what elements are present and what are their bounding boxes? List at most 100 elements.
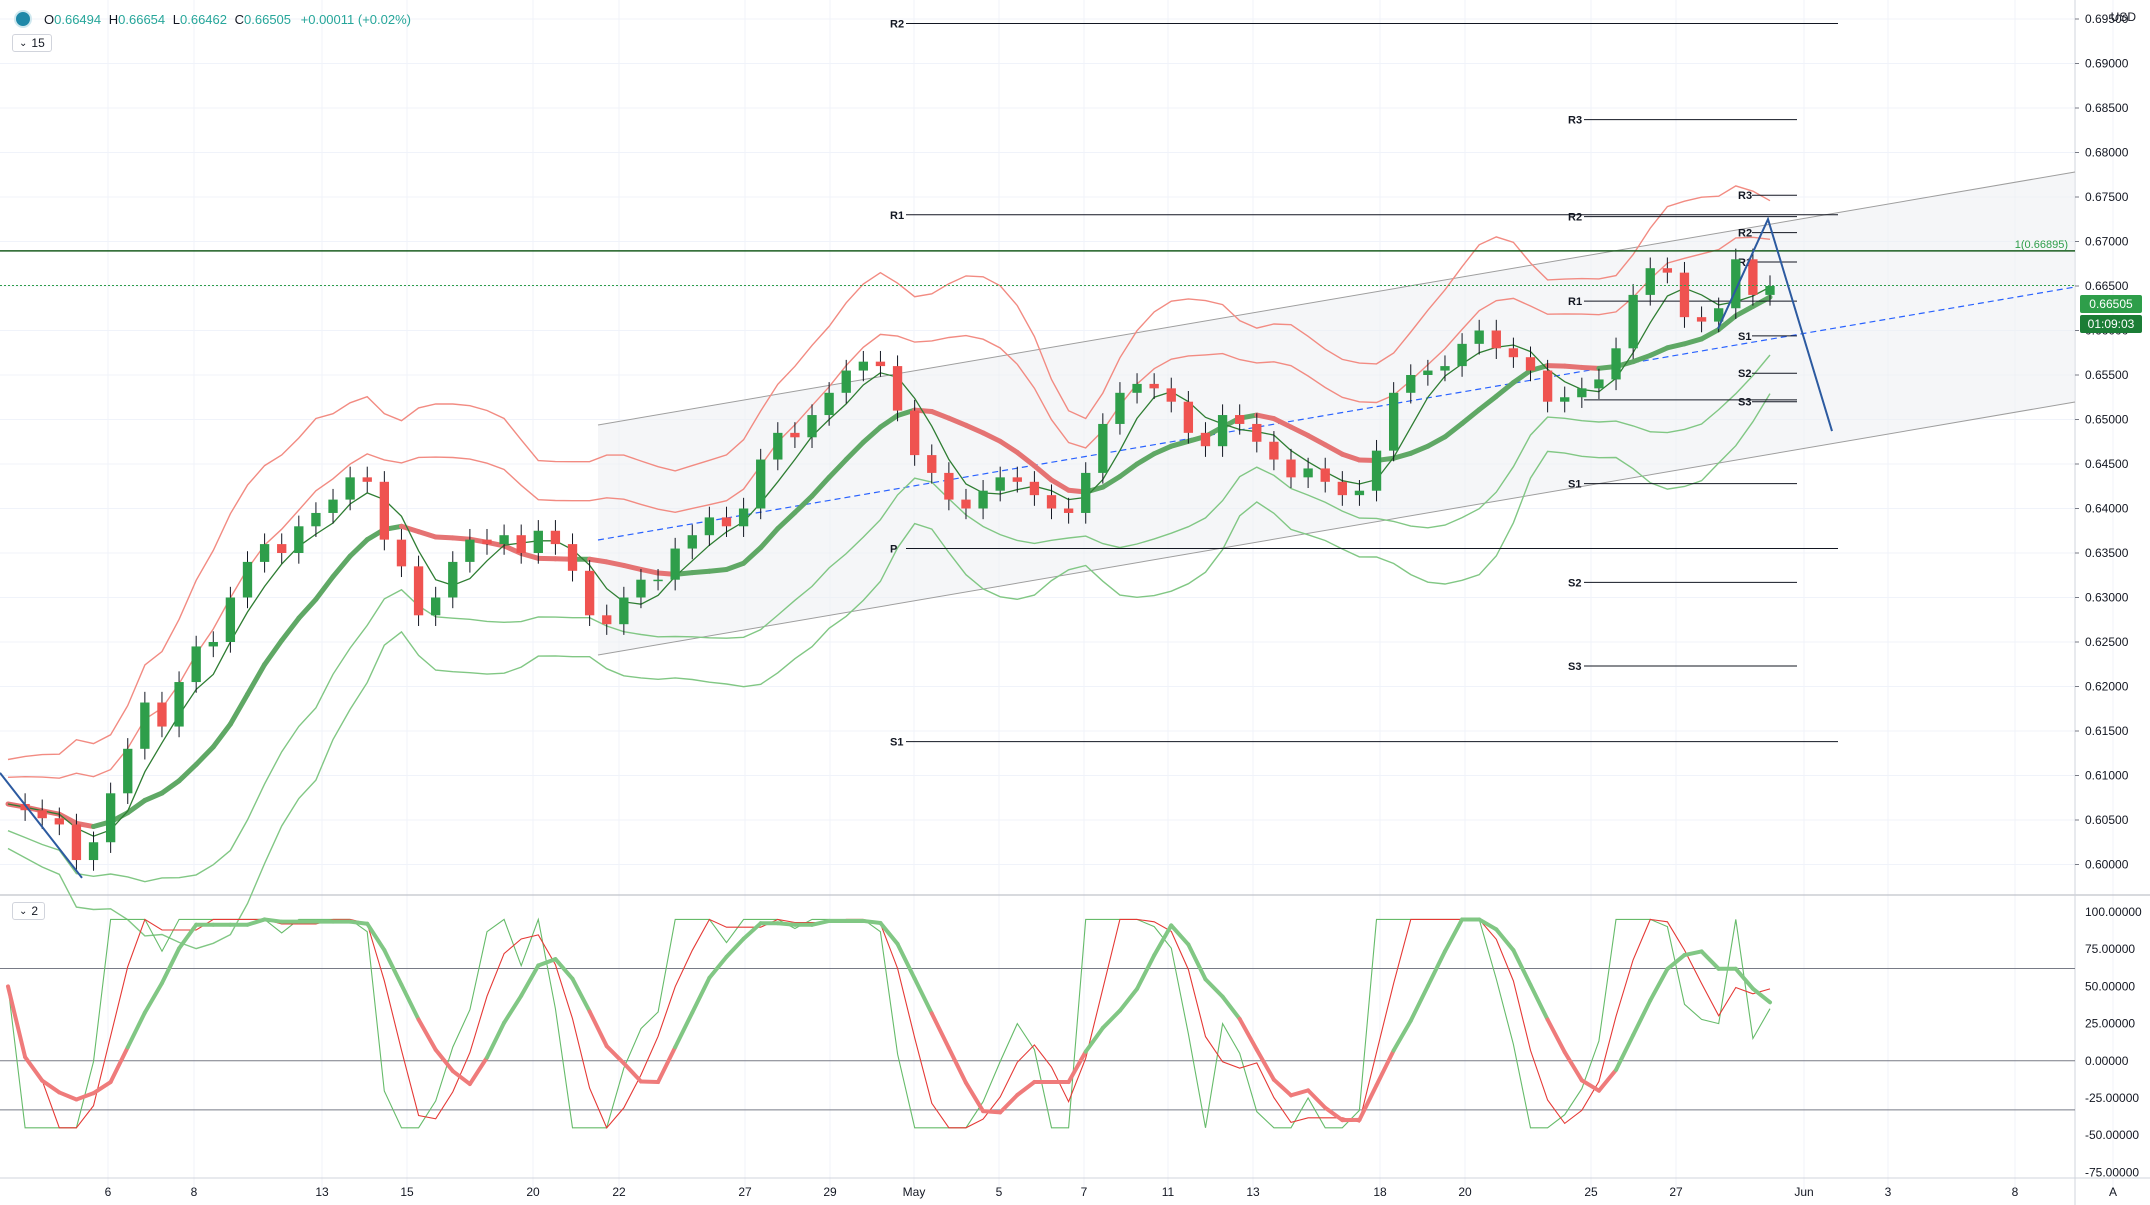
candle-down — [790, 432, 800, 438]
ma-slow-segment — [142, 790, 165, 803]
interval-toggle[interactable]: ⌄ 15 — [12, 34, 52, 52]
osc-trend-segment — [348, 919, 370, 926]
osc-trend-segment — [912, 976, 934, 1016]
grid — [0, 0, 2150, 1205]
osc-trend-segment — [1169, 923, 1191, 947]
time-tick-label: 11 — [1162, 1185, 1175, 1199]
fib-level-label: 1(0.66895) — [2015, 239, 2068, 251]
candle-up — [328, 499, 338, 513]
osc-trend-segment — [399, 982, 421, 1022]
pivot-label-inner: R3 — [1738, 190, 1752, 202]
osc-trend-segment — [1545, 1017, 1567, 1055]
osc-trend-segment — [142, 981, 164, 1015]
osc-trend-segment — [1699, 949, 1721, 971]
osc-trend-segment — [673, 1010, 695, 1050]
candle-down — [1012, 477, 1022, 482]
osc-trend-segment — [262, 917, 284, 924]
candle-up — [824, 392, 834, 416]
candle-up — [1115, 392, 1125, 424]
ma-slow-segment — [313, 574, 336, 602]
time-tick-label: 8 — [191, 1185, 198, 1199]
candle-down — [396, 539, 407, 567]
candle-up — [1645, 268, 1655, 295]
candle-up — [1406, 375, 1416, 393]
candle-up — [704, 517, 715, 536]
osc-trend-segment — [621, 1061, 643, 1084]
ma-slow-segment — [193, 744, 216, 767]
osc-trend-segment — [1648, 967, 1670, 1003]
pivot-label-inner: S2 — [1738, 368, 1751, 380]
osc-trend-segment — [467, 1055, 489, 1087]
candle-up — [1388, 392, 1399, 451]
trend-line — [0, 772, 83, 879]
time-tick-label: 7 — [1081, 1185, 1088, 1199]
osc-trend-segment — [981, 1109, 1003, 1115]
ma-slow-segment — [450, 535, 473, 542]
ma-slow-segment — [587, 556, 610, 565]
candle-up — [1132, 383, 1142, 393]
ohlc-legend: O0.66494 H0.66654 L0.66462 C0.66505 +0.0… — [14, 10, 411, 28]
time-tick-label: 22 — [612, 1185, 626, 1199]
osc-trend-segment — [946, 1046, 968, 1085]
candle-down — [277, 544, 287, 553]
time-tick-label: A — [2109, 1185, 2117, 1199]
candle-down — [584, 570, 595, 616]
price-tick-label: 0.61500 — [2085, 724, 2129, 738]
ma-slow-segment — [227, 691, 250, 727]
osc-trend-segment — [963, 1080, 986, 1114]
candle-up — [1611, 348, 1621, 380]
ma-slow-segment — [1254, 412, 1277, 422]
oscillator-pane — [0, 917, 2075, 1129]
ma-slow-segment — [398, 523, 422, 535]
candle-up — [687, 535, 697, 549]
candle-up — [653, 579, 663, 582]
time-tick-label: 13 — [1246, 1185, 1260, 1199]
time-tick-label: 6 — [105, 1185, 112, 1199]
candle-up — [294, 526, 304, 553]
candle-down — [927, 455, 937, 473]
osc-trend-segment — [1237, 1016, 1259, 1052]
osc-trend-segment — [741, 921, 763, 941]
price-tick-label: 0.68500 — [2085, 101, 2129, 115]
ma-slow-segment — [244, 662, 268, 697]
osc-tick-label: 0.00000 — [2085, 1054, 2129, 1068]
osc-trend-segment — [1750, 986, 1772, 1005]
osc-tick-label: 75.00000 — [2085, 942, 2135, 956]
candle-up — [140, 702, 150, 749]
candle-down — [910, 410, 920, 456]
time-tick-label: Jun — [1794, 1185, 1813, 1199]
candle-up — [242, 561, 253, 598]
candle-up — [191, 646, 201, 683]
price-tick-label: 0.66500 — [2085, 279, 2129, 293]
interval-label: 15 — [31, 36, 45, 50]
price-tick-label: 0.64500 — [2085, 457, 2129, 471]
channel-fill — [598, 172, 2075, 655]
osc-trend-segment — [1186, 942, 1208, 982]
candle-up — [807, 415, 817, 438]
osc-trend-segment — [707, 954, 729, 980]
candle-up — [756, 459, 766, 509]
time-tick-label: 20 — [1458, 1185, 1472, 1199]
candle-down — [1029, 481, 1040, 496]
osc-trend-segment — [6, 984, 28, 1060]
candle-up — [995, 477, 1005, 491]
osc-trend-segment — [878, 920, 900, 946]
osc-trend-segment — [570, 976, 592, 1014]
candle-down — [1337, 481, 1347, 496]
osc-tick-label: -25.00000 — [2085, 1091, 2139, 1105]
osc-trend-segment — [656, 1045, 678, 1085]
candle-up — [533, 530, 543, 553]
candle-down — [1046, 495, 1057, 509]
osc-trend-segment — [895, 941, 917, 981]
candle-down — [721, 517, 732, 527]
candle-down — [413, 566, 424, 616]
candle-down — [482, 539, 492, 545]
indicator-pane-toggle[interactable]: ⌄ 2 — [12, 902, 46, 920]
osc-trend-segment — [1083, 1025, 1105, 1054]
candle-up — [1440, 366, 1450, 371]
symbol-icon[interactable] — [14, 10, 32, 28]
osc-trend-segment — [1494, 927, 1516, 953]
candle-down — [1063, 508, 1074, 513]
price-tick-label: 0.65000 — [2085, 413, 2129, 427]
chart-canvas[interactable]: R2R1PS1R3R2R1S1S2S3R3R2R1S1S2S3 1(0.6689… — [0, 0, 2150, 1205]
